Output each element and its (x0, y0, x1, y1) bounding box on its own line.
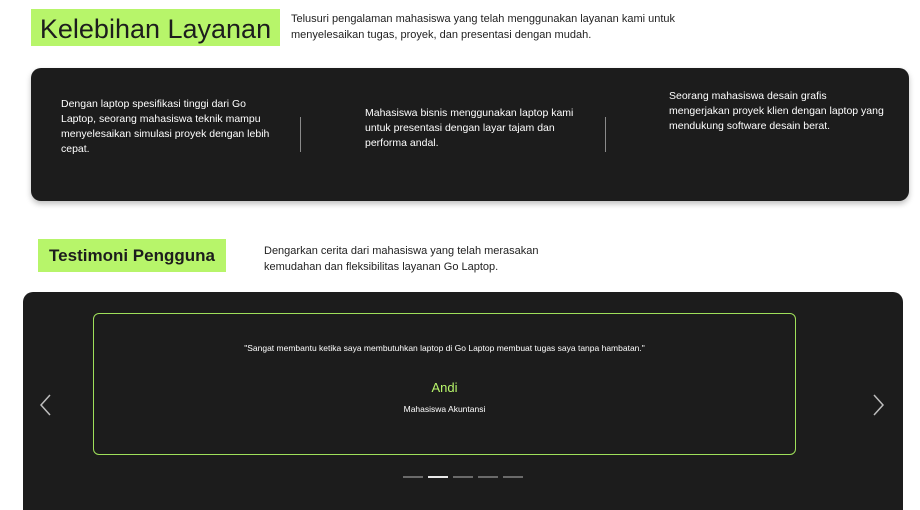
testimonial-quote: "Sangat membantu ketika saya membutuhkan… (244, 343, 645, 353)
carousel-indicator[interactable] (453, 476, 473, 478)
feature-text-design: Seorang mahasiswa desain grafis mengerja… (669, 90, 884, 132)
section-title-kelebihan-layanan: Kelebihan Layanan (31, 9, 280, 46)
section-title-testimoni-pengguna: Testimoni Pengguna (38, 239, 226, 272)
chevron-left-icon[interactable] (37, 393, 55, 417)
testimonial-description: Dengarkan cerita dari mahasiswa yang tel… (264, 245, 539, 273)
testimonial-role: Mahasiswa Akuntansi (403, 404, 486, 414)
testimonial-author: Andi (431, 380, 458, 395)
feature-text-engineering: Dengan laptop spesifikasi tinggi dari Go… (61, 98, 270, 155)
carousel-indicator[interactable] (428, 476, 448, 478)
feature-divider (605, 117, 606, 152)
feature-divider (300, 117, 301, 152)
carousel-indicator[interactable] (503, 476, 523, 478)
chevron-right-icon[interactable] (869, 393, 887, 417)
section-description: Telusuri pengalaman mahasiswa yang telah… (291, 13, 676, 41)
carousel-indicator[interactable] (478, 476, 498, 478)
feature-text-business: Mahasiswa bisnis menggunakan laptop kami… (365, 107, 574, 149)
carousel-indicator[interactable] (403, 476, 423, 478)
